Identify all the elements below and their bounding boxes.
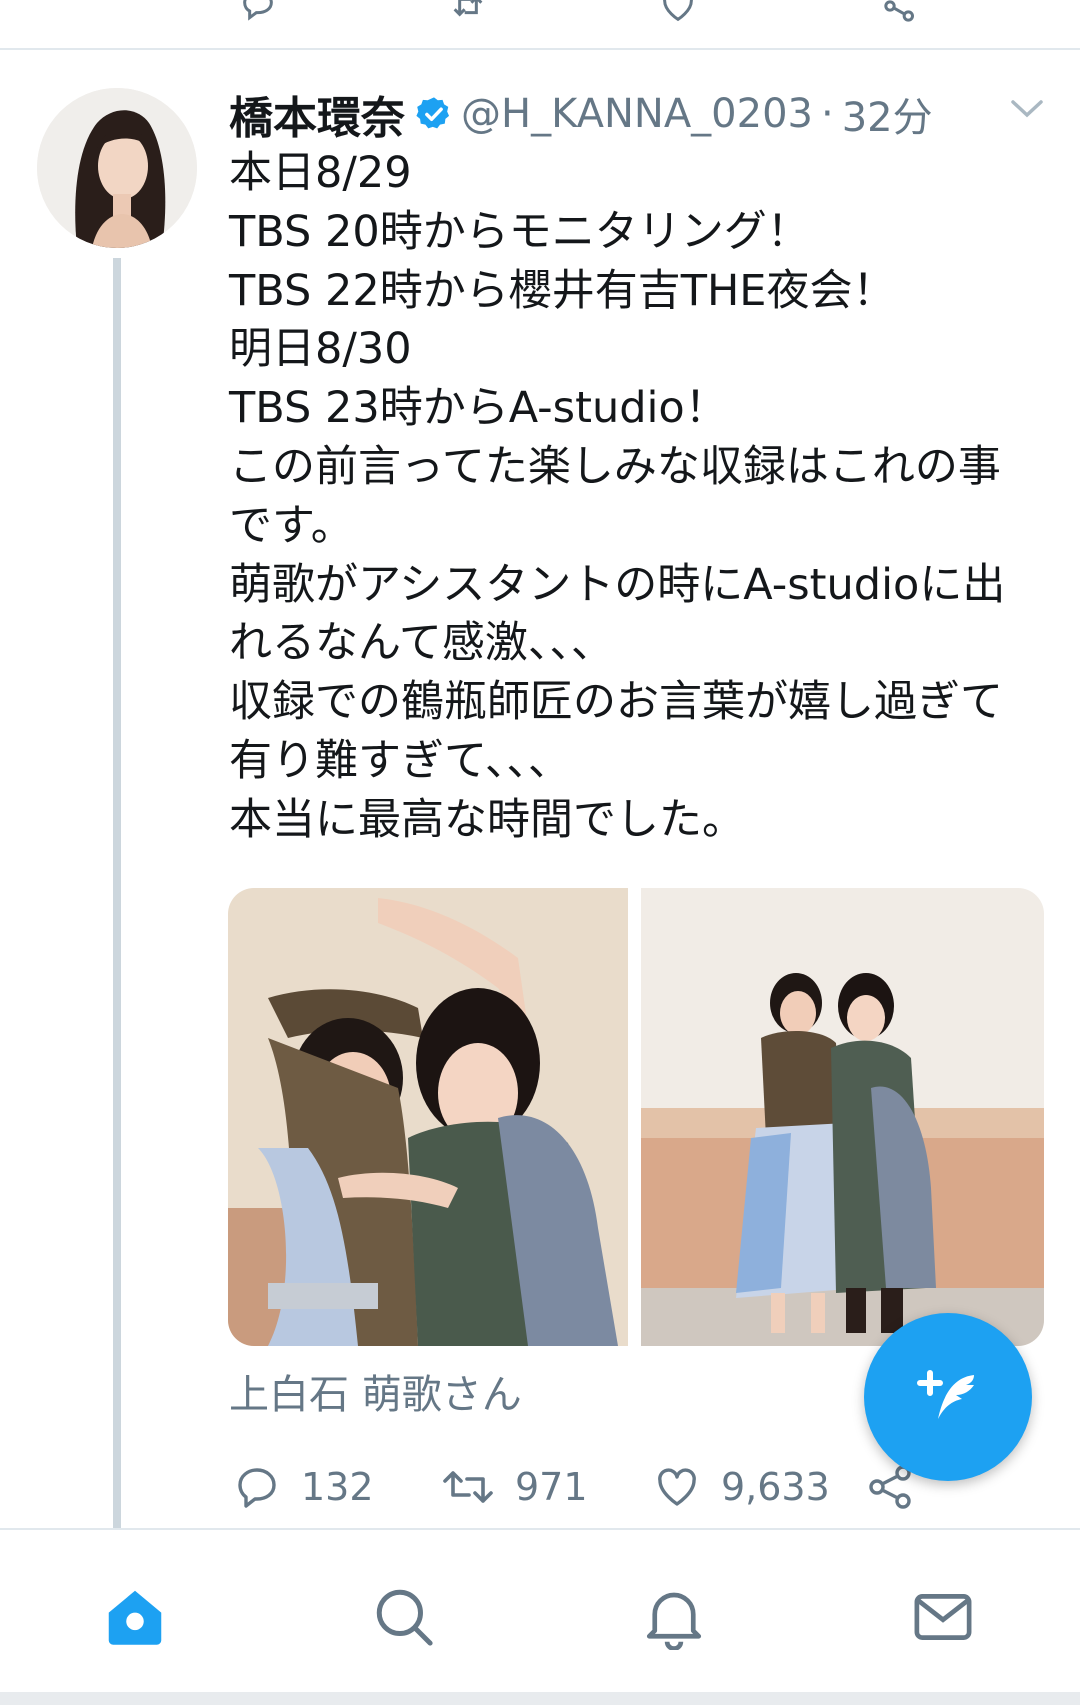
tweet-line: 本日8/29: [229, 148, 412, 198]
tweet-line: 有り難すぎて、、、: [229, 735, 571, 786]
tweet-line: 明日8/30: [229, 324, 412, 375]
tagged-user[interactable]: 上白石 萌歌さん: [229, 1362, 522, 1420]
photo-two-women-posing: [228, 888, 628, 1346]
retweet-action[interactable]: 971: [441, 1452, 588, 1522]
divider: [0, 48, 1080, 50]
tweet-line: 収録での鶴瓶師匠のお言葉が嬉し過ぎて: [229, 677, 1003, 728]
like-action[interactable]: 9,633: [653, 1452, 830, 1522]
reply-icon: [238, 1468, 276, 1508]
compose-tweet-button[interactable]: [864, 1313, 1032, 1481]
author-name[interactable]: 橋本環奈: [229, 82, 405, 146]
media-grid: [228, 888, 1044, 1346]
tab-notifications[interactable]: [634, 1577, 714, 1657]
photo-2[interactable]: [641, 888, 1044, 1346]
retweet-icon[interactable]: [448, 0, 488, 26]
search-icon: [376, 1589, 433, 1646]
home-icon: [108, 1590, 162, 1645]
verified-badge-icon: [416, 97, 450, 129]
tweet-line: TBS 20時からモニタリング！: [229, 206, 810, 257]
tweet-text: 本日8/29 TBS 20時からモニタリング！ TBS 22時から櫻井有吉THE…: [229, 144, 1049, 850]
tweet-line: 本当に最高な時間でした。: [229, 794, 745, 845]
share-icon[interactable]: [880, 0, 920, 26]
bell-icon: [646, 1592, 702, 1650]
heart-icon[interactable]: [658, 0, 698, 26]
avatar-portrait: [37, 88, 197, 248]
mail-icon: [914, 1594, 972, 1640]
tweet-line: 萌歌がアシスタントの時にA-studioに出: [229, 559, 1006, 610]
avatar[interactable]: [37, 88, 197, 248]
compose-tweet-icon: [917, 1370, 974, 1419]
like-count: 9,633: [721, 1465, 830, 1509]
system-bar: [0, 1692, 1080, 1705]
tweet-line: TBS 22時から櫻井有吉THE夜会！: [229, 265, 896, 316]
chevron-down-icon[interactable]: [1010, 98, 1044, 120]
photo-1[interactable]: [228, 888, 628, 1346]
retweet-count: 971: [515, 1465, 588, 1509]
tweet-line: です。: [229, 500, 354, 551]
thread-line: [113, 258, 121, 1528]
tweet-header: 橋本環奈 @H_KANNA_0203 · 32分: [229, 82, 933, 146]
tweet-line: れるなんて感激、、、: [229, 618, 614, 669]
separator: ·: [820, 91, 834, 137]
tweet-line: TBS 23時からA-studio！: [229, 383, 728, 434]
tab-messages[interactable]: [903, 1577, 983, 1657]
reply-action[interactable]: 132: [233, 1452, 374, 1522]
heart-icon: [658, 1468, 696, 1506]
retweet-icon: [443, 1471, 493, 1503]
previous-tweet-actions: [0, 0, 1080, 48]
tweet-line: この前言ってた楽しみな収録はこれの事: [229, 441, 1001, 492]
timestamp[interactable]: 32分: [842, 85, 933, 143]
tab-search[interactable]: [364, 1577, 444, 1657]
tab-home[interactable]: [95, 1577, 175, 1657]
bottom-nav: [0, 1530, 1080, 1690]
author-handle[interactable]: @H_KANNA_0203: [461, 91, 813, 137]
reply-icon[interactable]: [238, 0, 278, 26]
photo-two-women-standing: [641, 888, 1044, 1346]
reply-count: 132: [301, 1465, 374, 1509]
tweet-actions: 132 971 9,633: [229, 1452, 969, 1522]
